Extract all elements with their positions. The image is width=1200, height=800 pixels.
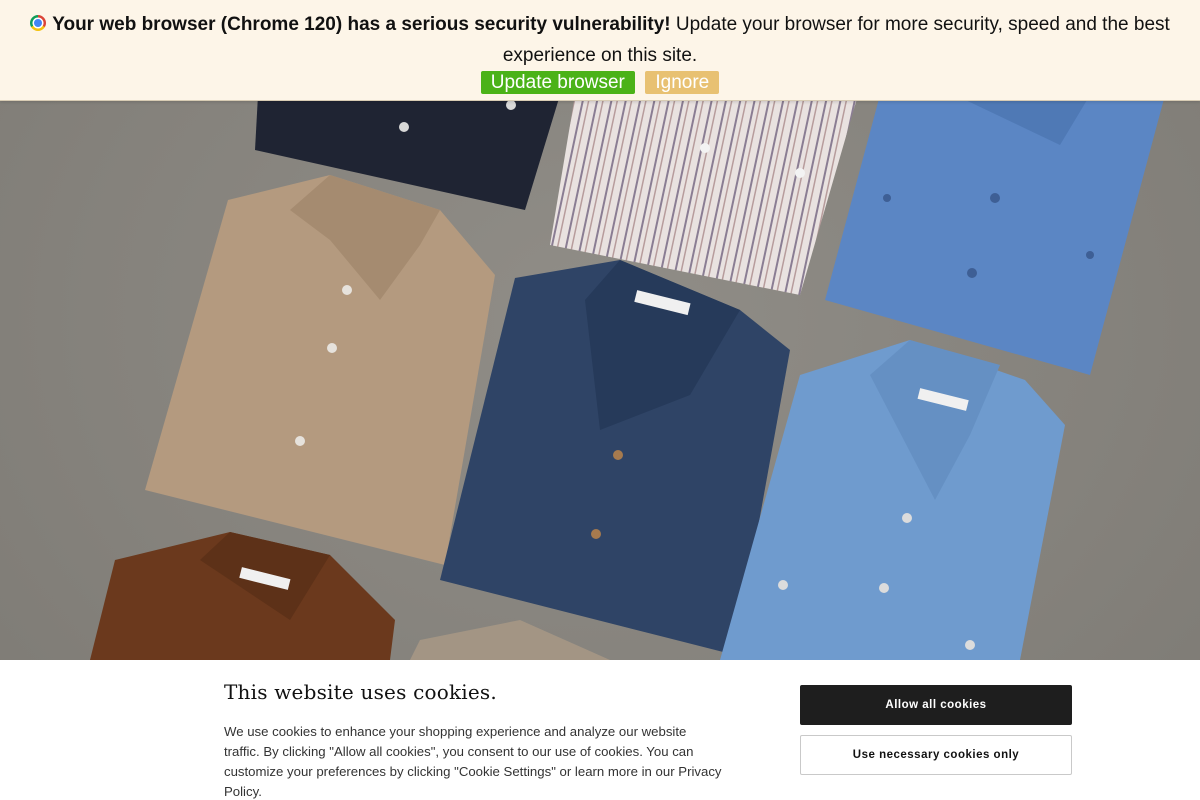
banner-message: Your web browser (Chrome 120) has a seri… [0, 9, 1200, 71]
browser-update-banner: Your web browser (Chrome 120) has a seri… [0, 0, 1200, 101]
greige-shirt [410, 620, 610, 660]
update-browser-button[interactable]: Update browser [480, 71, 635, 94]
navy-denim-shirt [440, 260, 790, 655]
chambray-shirt [825, 95, 1165, 375]
cookie-consent-bar: This website uses cookies. We use cookie… [0, 660, 1200, 800]
banner-headline: Your web browser (Chrome 120) has a seri… [52, 14, 671, 35]
chrome-icon [30, 15, 47, 31]
ignore-button[interactable]: Ignore [645, 71, 720, 94]
brown-shirt [90, 532, 395, 660]
cookie-description: We use cookies to enhance your shopping … [224, 724, 722, 799]
cookie-title: This website uses cookies. [224, 680, 497, 704]
allow-all-cookies-button[interactable]: Allow all cookies [800, 685, 1072, 725]
tan-shirt [145, 175, 495, 565]
banner-buttons: Update browser Ignore [0, 71, 1200, 94]
necessary-cookies-button[interactable]: Use necessary cookies only [800, 735, 1072, 775]
